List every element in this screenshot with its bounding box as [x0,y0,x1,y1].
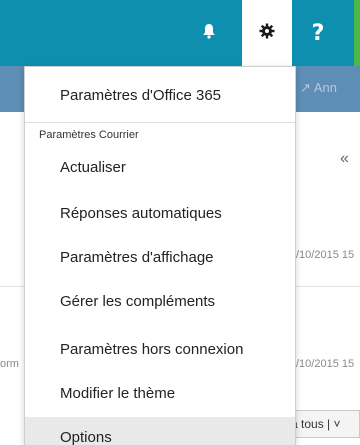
menu-section-mail-settings: Paramètres Courrier [39,129,139,141]
message-date: /10/2015 15 [296,358,355,370]
menu-item-offline-settings[interactable]: Paramètres hors connexion [25,329,295,369]
menu-item-refresh[interactable]: Actualiser [25,147,295,187]
collapse-arrow-icon[interactable]: « [340,150,349,168]
menu-item-automatic-replies[interactable]: Réponses automatiques [25,193,295,233]
settings-menu: Paramètres d'Office 365 Paramètres Courr… [24,66,296,445]
help-icon: ? [311,20,325,46]
message-date: /10/2015 15 [296,249,355,261]
menu-item-change-theme[interactable]: Modifier le thème [25,373,295,413]
bell-icon [202,23,216,44]
menu-item-office365-settings[interactable]: Paramètres d'Office 365 [25,75,295,115]
gear-icon [259,23,275,44]
reply-all-button[interactable]: ↗ Ann [300,80,337,96]
settings-button[interactable] [242,0,292,66]
message-fragment: orm [0,358,19,370]
notifications-button[interactable] [186,10,232,56]
menu-item-manage-addins[interactable]: Gérer les compléments [25,281,295,321]
menu-divider [25,122,295,123]
accent-edge [354,0,360,66]
help-button[interactable]: ? [296,0,356,66]
menu-item-options[interactable]: Options [25,417,295,445]
menu-item-display-settings[interactable]: Paramètres d'affichage [25,237,295,277]
